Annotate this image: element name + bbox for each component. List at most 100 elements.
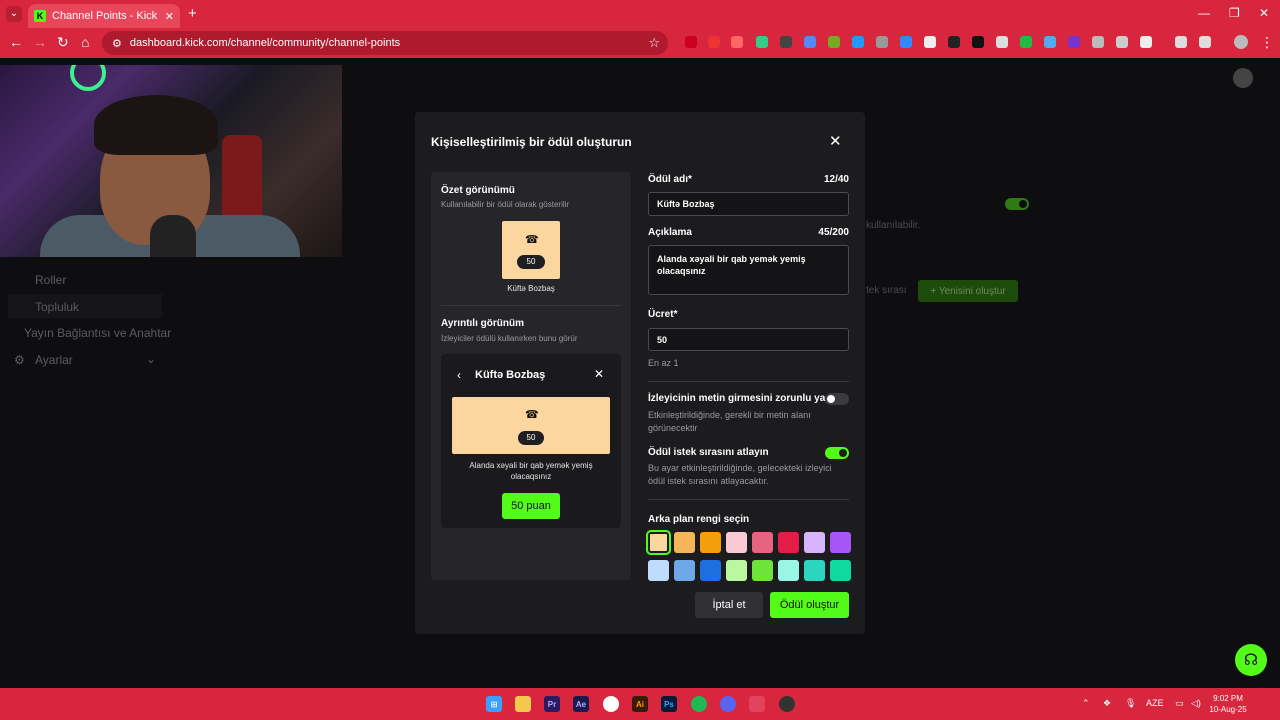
background-new-button[interactable]: + Yenisini oluştur [918,280,1018,302]
color-swatch[interactable] [804,532,825,553]
color-swatch[interactable] [700,560,721,581]
close-icon[interactable]: ✕ [594,367,604,381]
language-indicator[interactable]: AZE [1146,698,1164,708]
color-swatch[interactable] [674,532,695,553]
color-swatch[interactable] [700,532,721,553]
help-chat-icon[interactable]: ☊ [1235,644,1267,676]
extension-icon[interactable] [731,36,743,48]
extension-icon[interactable] [996,36,1008,48]
extension-icon[interactable] [756,36,768,48]
link-icon[interactable] [1175,36,1187,48]
chevron-down-icon[interactable]: ⌄ [146,352,156,366]
minimize-icon[interactable]: — [1198,6,1210,20]
taskbar-clock[interactable]: 9:02 PM 10-Aug-25 [1208,693,1248,715]
color-swatch[interactable] [674,560,695,581]
browser-menu-icon[interactable]: ⋮ [1260,34,1274,51]
detail-reward-name: Küftə Bozbaş [475,369,546,381]
extension-icon[interactable] [1116,36,1128,48]
volume-icon[interactable]: ◁) [1191,698,1201,709]
chevron-up-icon[interactable]: ⌃ [1082,698,1090,709]
window-close-icon[interactable]: ✕ [1259,6,1269,20]
extension-icon[interactable] [804,36,816,48]
bookmark-star-icon[interactable]: ☆ [648,35,660,51]
after-effects-icon[interactable]: Ae [573,696,589,712]
color-swatch[interactable] [648,560,669,581]
start-icon[interactable]: ⊞ [486,696,502,712]
url-field[interactable]: ⚙ dashboard.kick.com/channel/community/c… [102,31,668,55]
profile-avatar-icon[interactable] [1234,35,1248,49]
new-tab-icon[interactable]: + [188,5,197,22]
chevron-left-icon[interactable]: ‹ [457,368,461,382]
color-swatch[interactable] [726,560,747,581]
screenshot-icon[interactable] [1199,36,1211,48]
color-swatch[interactable] [646,530,671,555]
tab-close-icon[interactable]: ✕ [165,10,174,23]
obs-icon[interactable] [779,696,795,712]
dropbox-icon[interactable]: ❖ [1103,698,1111,709]
extension-icon[interactable] [708,36,720,48]
premiere-icon[interactable]: Pr [544,696,560,712]
network-icon[interactable]: ▭ [1175,698,1184,709]
create-reward-button[interactable]: Ödül oluştur [770,592,849,618]
app-icon[interactable] [749,696,765,712]
home-icon[interactable]: ⌂ [81,34,89,50]
user-avatar[interactable] [1233,68,1253,88]
color-swatch[interactable] [752,532,773,553]
extension-icon[interactable] [780,36,792,48]
spotify-icon[interactable] [691,696,707,712]
cancel-button[interactable]: İptal et [695,592,763,618]
color-swatch[interactable] [830,560,851,581]
discord-icon[interactable] [720,696,736,712]
forward-icon[interactable]: → [33,34,47,50]
file-explorer-icon[interactable] [515,696,531,712]
illustrator-icon[interactable]: Ai [632,696,648,712]
require-text-hint: Etkinleştirildiğinde, gerekli bir metin … [648,410,811,433]
skip-queue-toggle[interactable] [825,447,849,459]
reward-name-input[interactable]: Küftə Bozbaş [648,192,849,216]
sidebar-item-topluluk[interactable]: Topluluk [8,294,162,318]
maximize-icon[interactable]: ❐ [1229,6,1240,20]
color-swatch[interactable] [778,560,799,581]
microphone-icon[interactable]: 🎙 [1125,698,1136,709]
color-swatch[interactable] [778,532,799,553]
extension-icon[interactable] [685,36,697,48]
divider [441,305,621,306]
extension-icon[interactable] [852,36,864,48]
description-textarea[interactable]: Alanda xəyali bir qab yemək yemiş olacaq… [648,245,849,295]
reload-icon[interactable]: ↻ [57,34,69,51]
extension-icon[interactable] [876,36,888,48]
extension-icon[interactable] [1044,36,1056,48]
tab-search-icon[interactable]: ⌄ [6,6,22,22]
sidebar-item-roller[interactable]: Roller [35,273,66,287]
extension-icon[interactable] [924,36,936,48]
detail-preview-box: ‹ Küftə Bozbaş ✕ ☎ 50 Alanda xəyali bir … [441,354,621,528]
require-text-toggle[interactable] [825,393,849,405]
color-swatch[interactable] [752,560,773,581]
chrome-icon[interactable] [603,696,619,712]
color-picker-label: Arka plan rengi seçin [648,514,750,525]
browser-tab[interactable]: K Channel Points - Kick Dashboard ✕ [28,4,180,28]
sidebar-item-ayarlar[interactable]: Ayarlar [35,353,73,367]
close-icon[interactable]: ✕ [829,132,842,150]
color-swatch[interactable] [726,532,747,553]
extension-icon[interactable] [1092,36,1104,48]
back-icon[interactable]: ← [9,34,23,50]
extension-icon[interactable] [972,36,984,48]
redeem-button[interactable]: 50 puan [502,493,560,519]
extensions-puzzle-icon[interactable] [1140,36,1152,48]
color-swatch[interactable] [804,560,825,581]
photoshop-icon[interactable]: Ps [661,696,677,712]
cost-input[interactable]: 50 [648,328,849,351]
background-queue-text: tek sırası [866,285,907,296]
skip-queue-label: Ödül istek sırasını atlayın [648,447,769,458]
extension-icon[interactable] [900,36,912,48]
sidebar-item-stream-key[interactable]: Yayın Bağlantısı ve Anahtar [24,326,171,340]
extension-icon[interactable] [948,36,960,48]
extension-icon[interactable] [1020,36,1032,48]
cost-label: Ücret* [648,309,678,320]
site-info-icon[interactable]: ⚙ [112,37,122,50]
color-swatch[interactable] [830,532,851,553]
extension-icon[interactable] [828,36,840,48]
background-toggle[interactable] [1005,198,1029,210]
extension-icon[interactable] [1068,36,1080,48]
